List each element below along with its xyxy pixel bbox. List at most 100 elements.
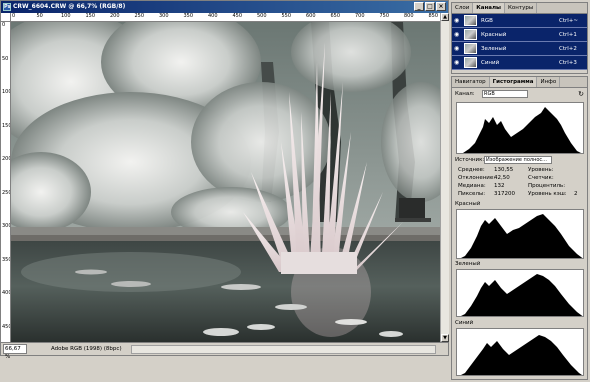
window-controls: _ □ × [414, 2, 446, 11]
scroll-up-arrow-icon[interactable]: ▲ [441, 13, 449, 21]
histogram-green-shape [461, 274, 583, 316]
median-value: 132 [494, 183, 505, 189]
channel-name: Синий [481, 60, 500, 66]
ruler-h-label: 500 [257, 13, 267, 19]
ruler-h-label: 300 [159, 13, 169, 19]
horizontal-scrollbar[interactable] [131, 345, 436, 354]
ruler-h-label: 450 [232, 13, 243, 19]
histogram-blue-shape [461, 335, 582, 375]
tab-info[interactable]: Инфо [537, 77, 561, 87]
ruler-h-label: 0 [12, 13, 16, 19]
ruler-h-label: 850 [428, 13, 439, 19]
ruler-v-label: 200 [2, 156, 11, 162]
document-title: CRW_6604.CRW @ 66,7% (RGB/8) [13, 3, 126, 10]
ruler-v-label: 350 [2, 256, 11, 263]
ruler-v-label: 400 [2, 290, 11, 296]
vertical-ruler[interactable]: 0 50 100 150 200 250 300 350 400 450 [1, 22, 11, 342]
ruler-h-label: 250 [134, 13, 145, 19]
channel-select[interactable]: RGB [482, 90, 528, 98]
channel-thumbnail [464, 43, 477, 54]
pixels-label: Пикселы: [458, 191, 486, 197]
channel-shortcut: Ctrl+1 [559, 32, 577, 38]
vertical-scrollbar[interactable]: ▲ ▼ [440, 13, 449, 342]
ruler-h-label: 350 [183, 13, 194, 19]
mean-value: 130,55 [494, 167, 514, 173]
channel-row-red[interactable]: ◉ Красный Ctrl+1 [452, 28, 587, 42]
channel-row-blue[interactable]: ◉ Синий Ctrl+3 [452, 56, 587, 70]
channel-shortcut: Ctrl+~ [559, 18, 579, 24]
minimize-button[interactable]: _ [414, 2, 424, 11]
histogram-red [456, 209, 584, 259]
stddev-label: Отклонение: [458, 175, 496, 181]
photoshop-icon: Ps [3, 3, 11, 11]
ruler-h-label: 100 [61, 13, 71, 19]
eye-icon[interactable]: ◉ [454, 31, 461, 38]
histogram-rgb-shape [463, 107, 581, 153]
channel-shortcut: Ctrl+2 [559, 46, 577, 52]
channel-thumbnail [464, 29, 477, 40]
red-channel-label: Красный [455, 201, 481, 207]
eye-icon[interactable]: ◉ [454, 45, 461, 52]
histogram-rgb [456, 102, 584, 154]
ruler-h-label: 650 [330, 13, 341, 19]
status-bar: 66,67 % Adobe RGB (1998) (8bpc) [1, 342, 448, 360]
cache-level-value: 2 [574, 191, 578, 197]
color-profile-label[interactable]: Adobe RGB (1998) (8bpc) [51, 343, 122, 355]
refresh-icon[interactable]: ↻ [578, 91, 584, 98]
tab-layers[interactable]: Слои [452, 3, 474, 13]
source-select[interactable]: Изображение полнос... [484, 156, 552, 164]
ruler-v-label: 0 [2, 22, 6, 28]
ruler-v-label: 250 [2, 189, 11, 196]
channel-row-green[interactable]: ◉ Зеленый Ctrl+2 [452, 42, 587, 56]
ruler-v-label: 300 [2, 223, 11, 229]
document-title-bar[interactable]: Ps CRW_6604.CRW @ 66,7% (RGB/8) _ □ × [1, 1, 448, 13]
channel-row-rgb[interactable]: ◉ RGB Ctrl+~ [452, 14, 587, 28]
ruler-h-label: 400 [208, 13, 218, 19]
ruler-h-label: 50 [36, 13, 43, 19]
histogram-blue [456, 328, 584, 376]
document-window: Ps CRW_6604.CRW @ 66,7% (RGB/8) _ □ × 0 5… [0, 0, 449, 360]
ruler-corner[interactable] [1, 13, 11, 22]
ruler-h-label: 200 [110, 13, 120, 19]
median-label: Медиана: [458, 183, 486, 189]
stddev-value: 42,50 [494, 175, 510, 181]
infrared-pond-photo [11, 22, 440, 342]
channel-name: RGB [481, 18, 493, 24]
ruler-h-label: 150 [85, 13, 96, 19]
count-label: Счетчик: [528, 175, 554, 181]
channels-panel: Слои Каналы Контуры ◉ RGB Ctrl+~ ◉ Красн… [451, 2, 588, 74]
histogram-panel: Навигатор Гистограмма Инфо Канал: RGB ↻ … [451, 76, 588, 380]
scroll-down-arrow-icon[interactable]: ▼ [441, 334, 449, 342]
ruler-v-label: 50 [2, 55, 9, 62]
horizontal-ruler[interactable]: 0 50 100 150 200 250 300 350 400 450 500 550 600 650 7… [11, 13, 440, 22]
channel-name: Красный [481, 32, 507, 38]
pixels-value: 317200 [494, 191, 515, 197]
histogram-panel-tabs: Навигатор Гистограмма Инфо [452, 77, 587, 88]
ruler-h-label: 600 [306, 13, 316, 19]
channels-panel-tabs: Слои Каналы Контуры [452, 3, 587, 14]
tab-histogram[interactable]: Гистограмма [489, 77, 538, 87]
ruler-h-label: 550 [281, 13, 292, 19]
channel-thumbnail [464, 57, 477, 68]
blue-channel-label: Синий [455, 320, 474, 326]
ruler-v-label: 100 [2, 89, 11, 95]
eye-icon[interactable]: ◉ [454, 59, 461, 66]
zoom-field[interactable]: 66,67 % [3, 344, 27, 360]
tab-paths[interactable]: Контуры [505, 3, 538, 13]
channel-select-label: Канал: [455, 91, 475, 97]
eye-icon[interactable]: ◉ [454, 17, 461, 24]
maximize-button[interactable]: □ [425, 2, 435, 11]
level-label: Уровень: [528, 167, 554, 173]
channel-shortcut: Ctrl+3 [559, 60, 577, 66]
source-label: Источник: [455, 157, 485, 163]
tab-navigator[interactable]: Навигатор [452, 77, 490, 87]
close-button[interactable]: × [436, 2, 446, 11]
tab-channels[interactable]: Каналы [473, 3, 506, 13]
percentile-label: Процентиль: [528, 183, 566, 189]
ruler-h-label: 700 [355, 13, 365, 19]
image-canvas[interactable] [11, 22, 440, 342]
green-channel-label: Зеленый [455, 261, 481, 267]
channel-name: Зеленый [481, 46, 507, 52]
ruler-h-label: 750 [379, 13, 390, 19]
channel-thumbnail [464, 15, 477, 26]
